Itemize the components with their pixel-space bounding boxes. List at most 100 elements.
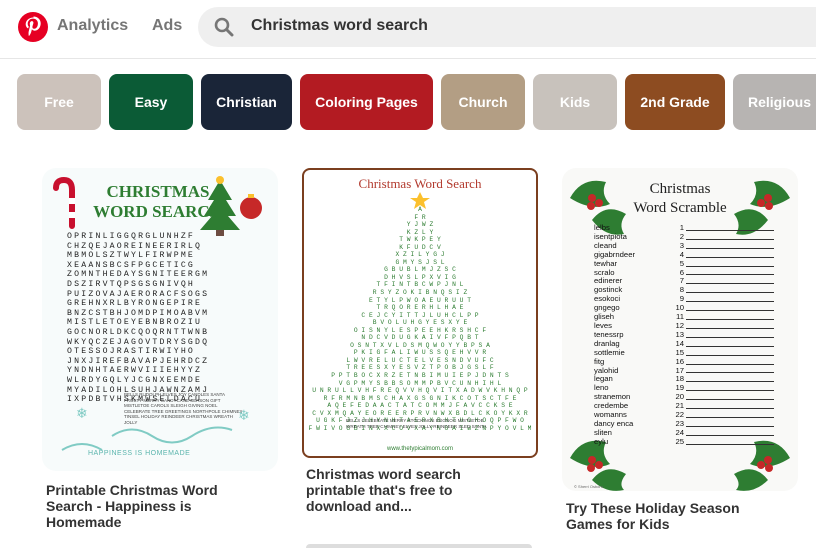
pin-image[interactable]: ❄ ❄ CHRISTMAS WORD SEARCH OPRINLIGGQRGLU… (42, 168, 278, 471)
pin-image-heading-line: Christmas (649, 181, 711, 197)
answer-line (686, 416, 774, 418)
answer-line (686, 310, 774, 312)
answer-line (686, 390, 774, 392)
pin-title[interactable]: Printable Christmas Word Search - Happin… (46, 482, 236, 530)
pin-image-heading: CHRISTMAS WORD SEARCH (88, 182, 228, 222)
scramble-item: legan 18 (594, 375, 774, 384)
nav-ads-link[interactable]: Ads (152, 17, 182, 35)
scramble-item: gigabrndeer 4 (594, 250, 774, 260)
chip-church[interactable]: Church (441, 74, 525, 130)
word-list: BELLS RUDOLPH ELVES JOY CANDLES SANTA FR… (124, 392, 243, 425)
tree-row: A (418, 206, 422, 213)
next-pin-image[interactable] (306, 544, 532, 548)
pin-title[interactable]: Christmas word search printable that's f… (306, 466, 476, 514)
answer-line (686, 399, 774, 401)
answer-line (686, 274, 774, 276)
scramble-item: fitg 16 (594, 357, 774, 367)
chip-label: Coloring Pages (315, 94, 418, 110)
scramble-item: dancy enca 23 (594, 419, 774, 429)
pin-title[interactable]: Try These Holiday Season Games for Kids (566, 500, 766, 532)
chip-label: Free (44, 94, 74, 110)
tree-row: C V X M Q A Y E O R E E R P R V N W X B … (312, 409, 528, 417)
tree-row: R S Y Z O K I B N Q S I Z (372, 289, 468, 297)
scramble-item: sottlemie 15 (594, 347, 774, 358)
answer-line (686, 408, 774, 410)
answer-line (686, 238, 774, 240)
chip-kids[interactable]: Kids (533, 74, 617, 130)
grid-row: OTESSOJRASTIRWIYHO (67, 347, 196, 357)
grid-row: WKYQCZEJAGOVTDRYSGDQ (67, 337, 210, 347)
scramble-number: 25 (675, 436, 684, 446)
scramble-item: eylu 25 (594, 436, 774, 447)
scramble-item: isentpiota 2 (594, 232, 774, 242)
scramble-word: sottlemie (594, 347, 625, 357)
answer-line (686, 345, 774, 347)
grid-row: OPRINLIGGQRGLUNHZF (67, 232, 196, 241)
scramble-item: tewhar 5 (594, 259, 774, 269)
chip-2nd-grade[interactable]: 2nd Grade (625, 74, 725, 130)
grid-row: JNXJIREFBAVAPJEHRDCZ (67, 356, 210, 366)
grid-row: MISTLETOEYEBNBROZIU (67, 318, 203, 328)
answer-line (686, 425, 774, 427)
pinterest-logo-icon[interactable] (18, 12, 48, 42)
tree-row: T R E E S X Y E S V Z T P O B J G S L F (346, 364, 494, 372)
answer-line (686, 434, 774, 436)
answer-line (686, 292, 774, 294)
pin-image-footer: HAPPINESS IS HOMEMADE (88, 450, 191, 457)
answer-line (686, 372, 774, 374)
tree-row: T W K P E Y (399, 236, 441, 244)
answer-line (686, 256, 774, 258)
tree-row: Y J W Z (406, 221, 434, 229)
tree-row: T F I N T B C W P J N L (376, 281, 464, 289)
pin-image-heading: Christmas Word Scramble (618, 180, 742, 218)
grid-row: XEAANSBCSFPGCETICG (67, 260, 196, 270)
pin-image-heading-line: WORD SEARCH (93, 202, 223, 221)
top-header: Analytics Ads Christmas word search (0, 0, 816, 56)
answer-line (686, 363, 774, 365)
chip-coloring-pages[interactable]: Coloring Pages (300, 74, 433, 130)
tree-row: G M Y S J S L (395, 258, 445, 266)
pin-image[interactable]: Christmas Word Search AF RY J W ZK Z L Y… (302, 168, 538, 458)
tree-row: A Q E F E D A A C T A T C O M M J F A V … (327, 402, 513, 410)
chip-label: 2nd Grade (640, 94, 710, 110)
tree-row: O S N T X V L D S M Q W O Y Y B P S A (350, 341, 490, 349)
scramble-word: eylu (594, 436, 609, 446)
tree-row: P P T B O C X R Z E T N B I M U I E P J … (331, 372, 509, 380)
chip-christian[interactable]: Christian (201, 74, 292, 130)
answer-line (686, 283, 774, 285)
answer-line (686, 318, 774, 320)
grid-row: GOCNORLDKCQOQRNTTWNB (67, 327, 210, 337)
tree-row: R F R M N B M S C H A X G S G N I K C O … (323, 394, 517, 402)
tree-row: D H V S L P X V I G (384, 273, 456, 281)
grid-row: MBMOLSZTWYLFIRWPME (67, 251, 196, 261)
tree-row: C E J C Y I T T J L U H C L P P (361, 311, 479, 319)
tree-row: P K I G F A L I W U S S Q E H V V R (353, 349, 487, 357)
answer-line (686, 265, 774, 267)
tree-row: B V O L U H G Y E S X Y E (372, 319, 468, 327)
scramble-item: sliten 24 (594, 428, 774, 438)
tree-row: E T Y L P W O A E U R U U T (368, 296, 472, 304)
tree-row: K Z L Y (406, 228, 434, 236)
pin-image[interactable]: Christmas Word Scramble lelbs 1 isentpiota… (562, 168, 798, 491)
chip-label: Easy (134, 94, 168, 110)
chip-free[interactable]: Free (17, 74, 101, 130)
svg-text:❄: ❄ (76, 405, 88, 421)
scramble-item: gngego 10 (594, 303, 774, 313)
tree-row: O I S N Y L E S P E E H K R S H C F (353, 326, 487, 334)
word-search-tree: AF RY J W ZK Z L YT W K P E YK F U D C V… (304, 206, 536, 432)
answer-line (686, 229, 774, 231)
search-input[interactable]: Christmas word search (251, 17, 428, 35)
grid-row: YNDNHTAERWVIIIEHYYZ (67, 366, 203, 376)
chip-easy[interactable]: Easy (109, 74, 193, 130)
grid-row: WLRDYGQLYJCGNXEEMDE (67, 375, 203, 385)
tree-row: N D C V D U G K A I V F P Q B T (361, 334, 479, 342)
tree-row: T R Q O R E R H L H A E (376, 304, 464, 312)
scramble-item: yalohid 17 (594, 366, 774, 376)
grid-row: PUIZOVAJAERORACFSOGS (67, 289, 210, 299)
scramble-item: gostinck 8 (594, 285, 774, 295)
tree-row: U N R U L L V H F R E Q V V H Q V I T X … (312, 387, 528, 395)
tree-row: F R (414, 213, 426, 221)
chip-label: Religious (748, 94, 812, 110)
nav-analytics-link[interactable]: Analytics (57, 17, 128, 35)
chip-religious[interactable]: Religious (733, 74, 816, 130)
